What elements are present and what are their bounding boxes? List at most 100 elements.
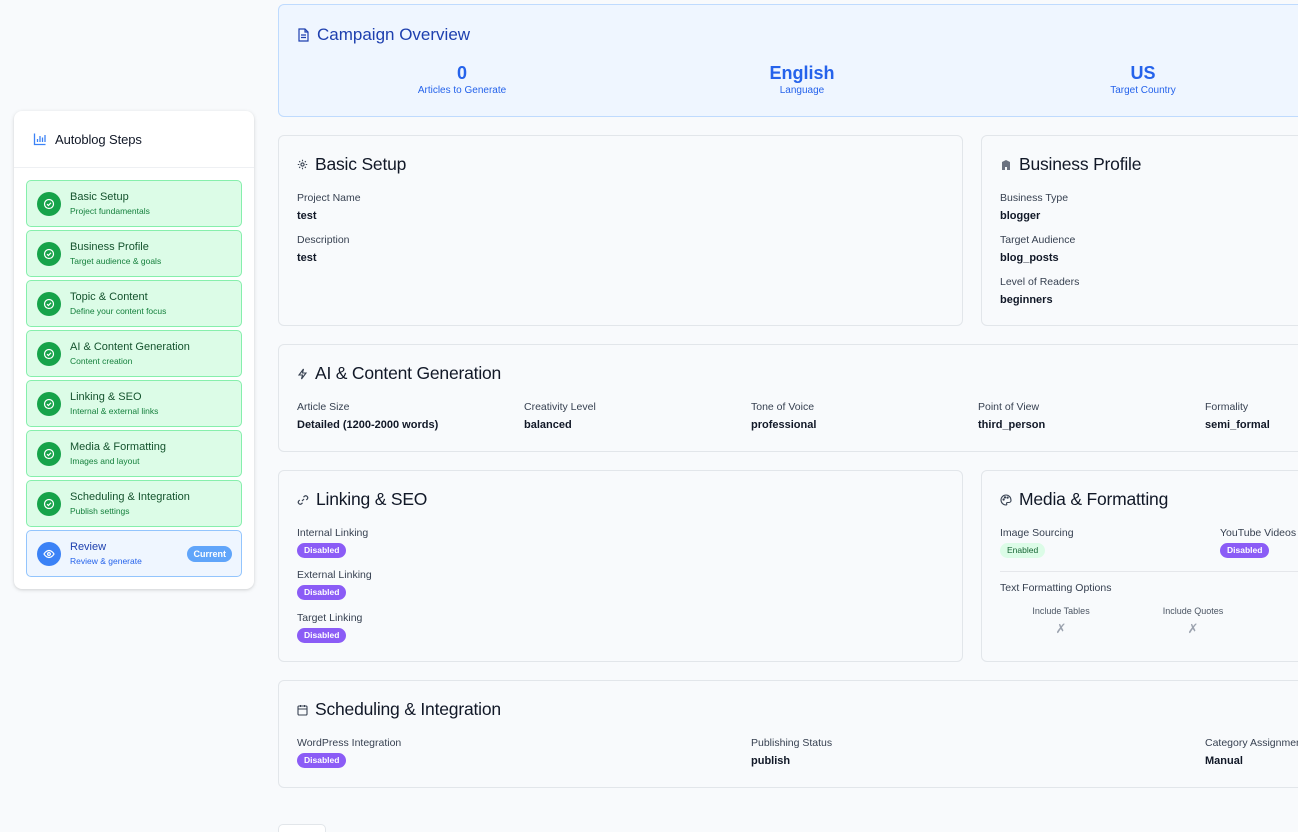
step-list: Basic Setup Project fundamentals Busines… (26, 180, 242, 580)
youtube-videos-field: YouTube Videos Disabled (1220, 526, 1296, 558)
step-scheduling-integration[interactable]: Scheduling & Integration Publish setting… (26, 480, 242, 527)
status-badge: Disabled (297, 543, 347, 558)
media-formatting-card: Media & Formatting Image Sourcing Enable… (981, 470, 1298, 662)
card-title: Basic Setup (315, 154, 407, 174)
check-circle-icon (37, 441, 61, 466)
field-value: test (297, 210, 317, 222)
business-profile-card: Business Profile Business Type blogger T… (981, 135, 1298, 326)
description-field: Description test (297, 233, 350, 265)
step-subtitle: Target audience & goals (70, 256, 162, 266)
field-label: WordPress Integration (297, 737, 402, 749)
stat-value: English (769, 63, 835, 83)
step-label: Media & Formatting (70, 441, 166, 453)
stat-label: Language (779, 85, 825, 96)
back-button[interactable] (278, 824, 326, 832)
publishing-status-field: Publishing Status publish (751, 736, 832, 768)
stat-language: English Language (702, 62, 902, 98)
step-business-profile[interactable]: Business Profile Target audience & goals (26, 230, 242, 277)
step-ai-content-generation[interactable]: AI & Content Generation Content creation (26, 330, 242, 377)
current-badge: Current (187, 546, 232, 562)
internal-linking-field: Internal Linking Disabled (297, 526, 368, 558)
step-subtitle: Project fundamentals (70, 206, 150, 216)
field-label: Publishing Status (751, 737, 833, 749)
step-label: Basic Setup (70, 191, 129, 203)
formality-field: Formality semi_formal (1205, 400, 1270, 432)
campaign-overview-card: Campaign Overview 0 Articles to Generate… (278, 4, 1298, 117)
field-label: Category Assignment (1205, 737, 1298, 749)
field-value: Detailed (1200-2000 words) (297, 419, 439, 431)
card-title: Scheduling & Integration (315, 699, 501, 719)
stat-value: 0 (456, 63, 467, 83)
field-value: third_person (978, 419, 1046, 431)
business-type-field: Business Type blogger (1000, 191, 1068, 223)
steps-sidebar: Autoblog Steps Basic Setup Project funda… (14, 111, 254, 589)
stat-label: Articles to Generate (417, 85, 507, 96)
status-badge: Disabled (297, 628, 347, 643)
linking-seo-card: Linking & SEO Internal Linking Disabled … (278, 470, 963, 662)
category-assignment-field: Category Assignment Manual (1205, 736, 1298, 768)
card-title: AI & Content Generation (315, 363, 502, 383)
step-review[interactable]: Review Review & generate Current (26, 530, 242, 577)
field-value: blogger (1000, 210, 1041, 222)
include-quotes-option: Include Quotes ✗ (1148, 605, 1238, 637)
text-formatting-options: Text Formatting Options (1000, 581, 1111, 595)
card-title: Media & Formatting (1019, 489, 1169, 509)
stat-label: Target Country (1110, 85, 1176, 96)
check-circle-icon (37, 291, 61, 316)
step-subtitle: Content creation (70, 356, 133, 366)
check-circle-icon (37, 491, 61, 516)
target-linking-field: Target Linking Disabled (297, 611, 362, 643)
gear-icon (297, 159, 308, 170)
document-icon (297, 28, 310, 42)
step-label: Scheduling & Integration (70, 491, 190, 503)
option-label: Include Tables (1032, 606, 1090, 616)
image-sourcing-field: Image Sourcing Enabled (1000, 526, 1074, 558)
field-value: semi_formal (1205, 419, 1270, 431)
field-label: Internal Linking (297, 527, 369, 539)
card-title: Business Profile (1019, 154, 1142, 174)
lightning-icon (297, 368, 308, 380)
building-icon (1000, 159, 1012, 171)
field-value: professional (751, 419, 817, 431)
step-subtitle: Internal & external links (70, 406, 159, 416)
target-audience-field: Target Audience blog_posts (1000, 233, 1075, 265)
field-value: test (297, 252, 317, 264)
card-title: Linking & SEO (316, 489, 428, 509)
field-label: Text Formatting Options (1000, 582, 1112, 594)
status-badge: Enabled (1000, 543, 1046, 558)
check-circle-icon (37, 391, 61, 416)
field-label: Image Sourcing (1000, 527, 1074, 539)
field-label: Project Name (297, 192, 361, 204)
field-value: beginners (1000, 294, 1053, 306)
step-linking-seo[interactable]: Linking & SEO Internal & external links (26, 380, 242, 427)
bar-chart-icon (33, 132, 47, 146)
status-badge: Disabled (1220, 543, 1270, 558)
check-circle-icon (37, 191, 61, 216)
scheduling-card: Scheduling & Integration WordPress Integ… (278, 680, 1298, 788)
sidebar-title: Autoblog Steps (55, 131, 142, 147)
reader-level-field: Level of Readers beginners (1000, 275, 1079, 307)
step-label: Linking & SEO (70, 391, 142, 403)
basic-setup-card: Basic Setup Project Name test Descriptio… (278, 135, 963, 326)
field-label: Formality (1205, 401, 1249, 413)
point-of-view-field: Point of View third_person (978, 400, 1045, 432)
step-basic-setup[interactable]: Basic Setup Project fundamentals (26, 180, 242, 227)
tone-of-voice-field: Tone of Voice professional (751, 400, 816, 432)
step-topic-content[interactable]: Topic & Content Define your content focu… (26, 280, 242, 327)
step-label: Topic & Content (70, 291, 148, 303)
overview-title: Campaign Overview (317, 25, 471, 44)
step-media-formatting[interactable]: Media & Formatting Images and layout (26, 430, 242, 477)
step-subtitle: Images and layout (70, 456, 140, 466)
calendar-icon (297, 704, 308, 716)
stat-value: US (1130, 63, 1156, 83)
link-icon (297, 494, 309, 506)
step-label: Business Profile (70, 241, 149, 253)
step-label: Review (70, 541, 107, 553)
field-value: publish (751, 755, 791, 767)
cross-icon: ✗ (1187, 621, 1199, 636)
check-circle-icon (37, 241, 61, 266)
step-subtitle: Publish settings (70, 506, 130, 516)
stat-country: US Target Country (1043, 62, 1243, 98)
field-label: Level of Readers (1000, 276, 1080, 288)
field-label: Creativity Level (524, 401, 596, 413)
